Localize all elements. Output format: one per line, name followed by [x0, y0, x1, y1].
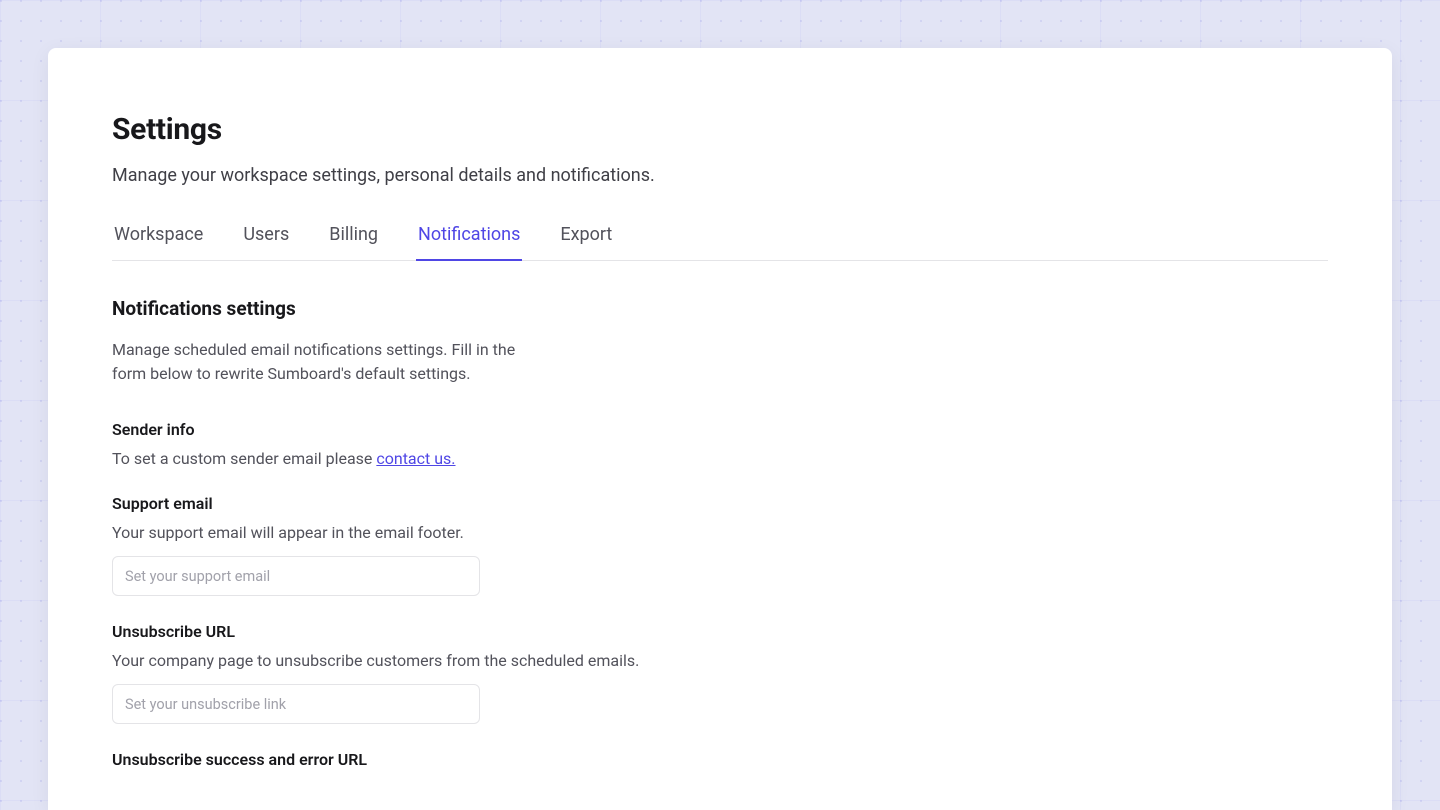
- support-email-input[interactable]: [112, 556, 480, 596]
- contact-us-link[interactable]: contact us.: [376, 449, 455, 468]
- sender-info-help-text: To set a custom sender email please: [112, 449, 376, 468]
- unsubscribe-result-label: Unsubscribe success and error URL: [112, 750, 1328, 769]
- tab-users[interactable]: Users: [241, 218, 291, 261]
- unsubscribe-url-block: Unsubscribe URL Your company page to uns…: [112, 622, 1328, 724]
- unsubscribe-url-label: Unsubscribe URL: [112, 622, 1328, 641]
- sender-info-block: Sender info To set a custom sender email…: [112, 420, 1328, 468]
- tab-workspace[interactable]: Workspace: [112, 218, 205, 261]
- notifications-section-desc: Manage scheduled email notifications set…: [112, 338, 552, 386]
- support-email-block: Support email Your support email will ap…: [112, 494, 1328, 596]
- support-email-help: Your support email will appear in the em…: [112, 523, 1328, 542]
- sender-info-label: Sender info: [112, 420, 1328, 439]
- unsubscribe-url-help: Your company page to unsubscribe custome…: [112, 651, 1328, 670]
- unsubscribe-result-block: Unsubscribe success and error URL: [112, 750, 1328, 769]
- notifications-section-title: Notifications settings: [112, 297, 1328, 320]
- settings-card: Settings Manage your workspace settings,…: [48, 48, 1392, 810]
- unsubscribe-url-input[interactable]: [112, 684, 480, 724]
- page-subtitle: Manage your workspace settings, personal…: [112, 165, 1328, 186]
- tab-export[interactable]: Export: [558, 218, 614, 261]
- sender-info-help: To set a custom sender email please cont…: [112, 449, 1328, 468]
- page-title: Settings: [112, 112, 1328, 147]
- tab-billing[interactable]: Billing: [327, 218, 380, 261]
- settings-tabs: Workspace Users Billing Notifications Ex…: [112, 218, 1328, 261]
- support-email-label: Support email: [112, 494, 1328, 513]
- tab-notifications[interactable]: Notifications: [416, 218, 522, 261]
